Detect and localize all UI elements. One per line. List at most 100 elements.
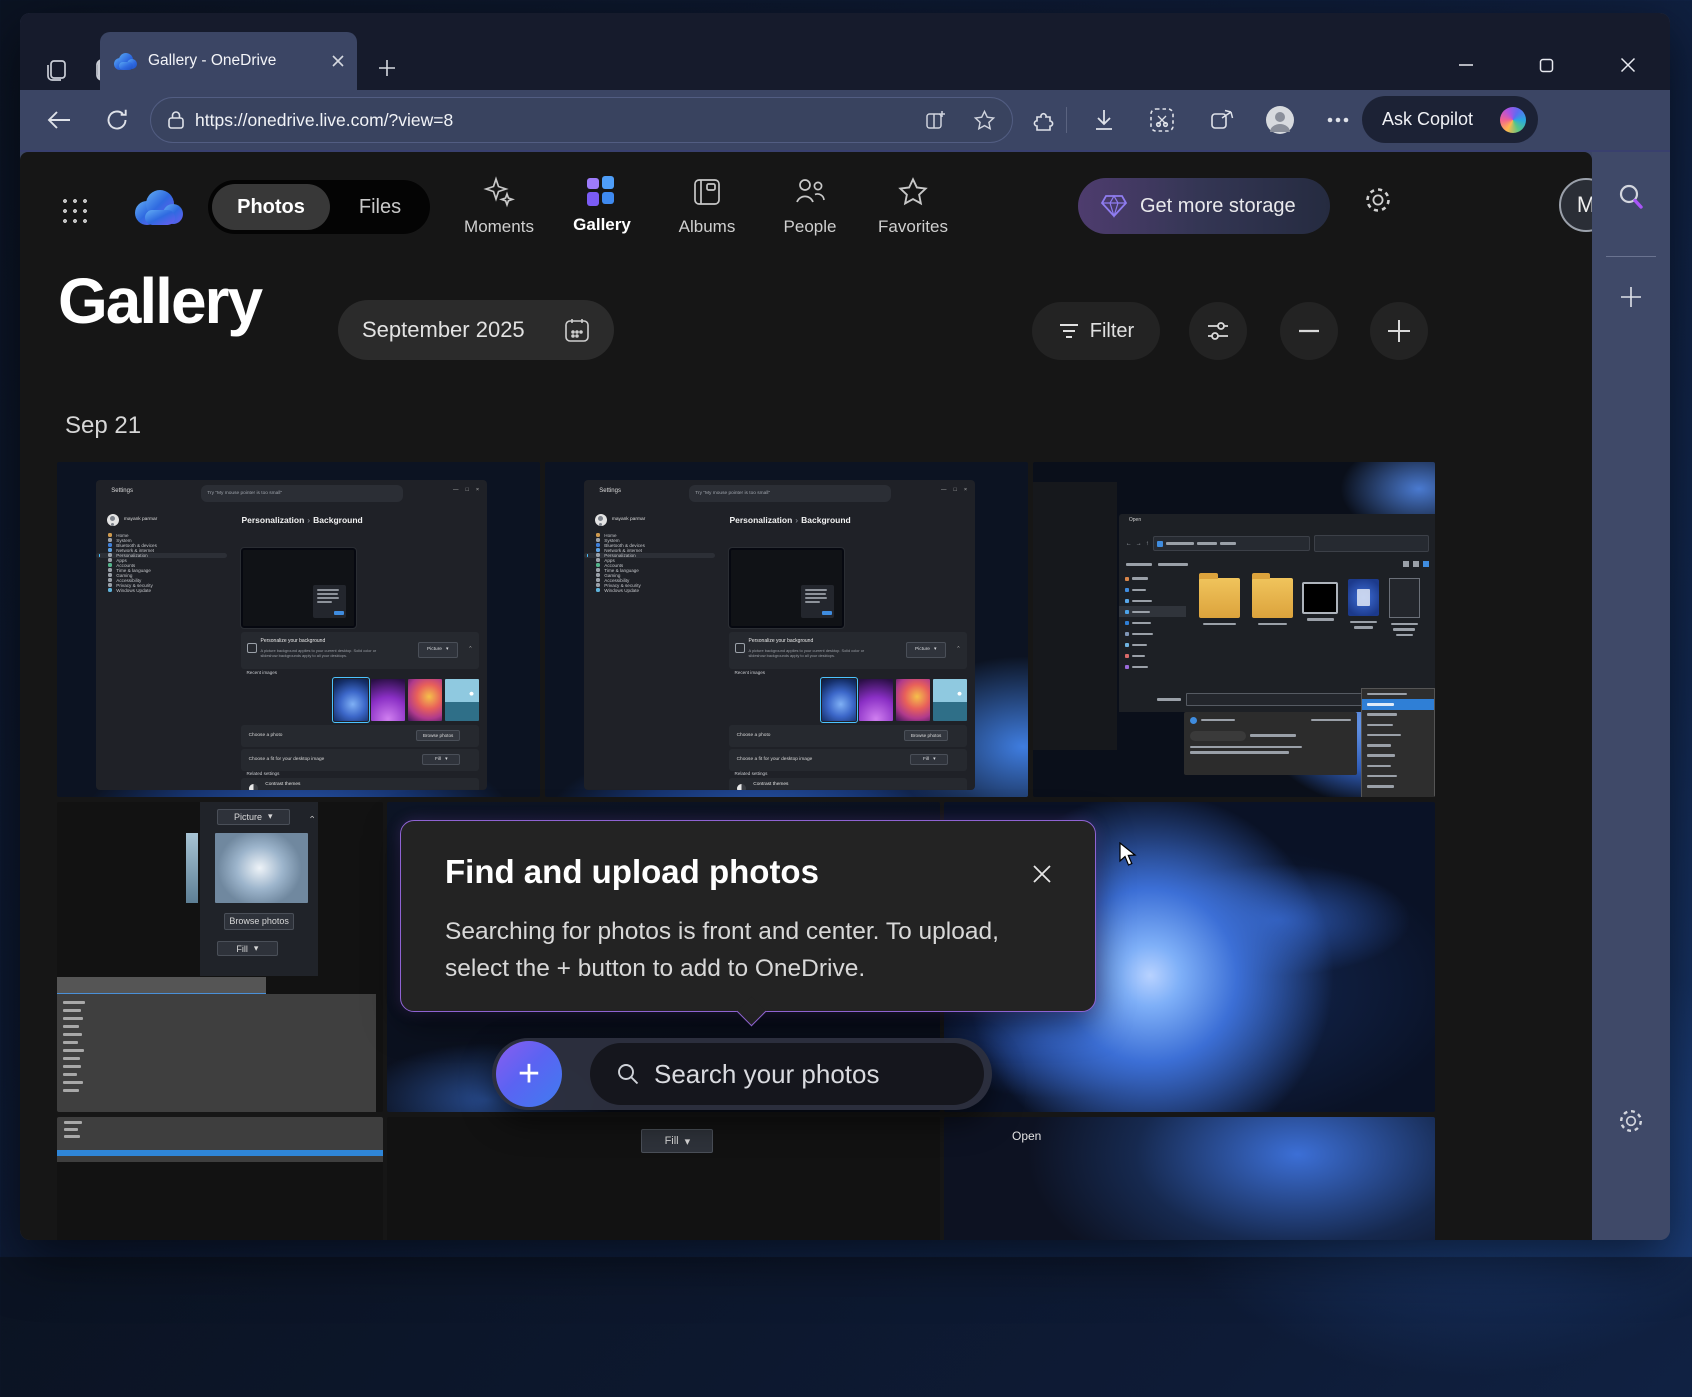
nav-albums-label: Albums xyxy=(679,217,736,237)
folder-icon xyxy=(1199,578,1240,619)
callout-close-icon[interactable] xyxy=(1029,861,1055,887)
onedrive-logo-icon[interactable] xyxy=(130,186,188,228)
onedrive-page: Photos Files Moments Gallery xyxy=(20,152,1592,1240)
mini-settings-search: Try "My mouse pointer is too small" xyxy=(201,485,403,501)
fragment-open-label: Open xyxy=(1012,1129,1041,1143)
search-icon xyxy=(616,1062,640,1086)
window-minimize-button[interactable] xyxy=(1444,49,1488,81)
workspaces-icon[interactable] xyxy=(42,55,72,85)
settings-gear-icon[interactable] xyxy=(1363,185,1393,215)
get-more-storage-label: Get more storage xyxy=(1140,195,1296,218)
star-icon xyxy=(897,176,929,208)
sidebar-settings-gear-icon[interactable] xyxy=(1614,1104,1648,1138)
profile-avatar-icon[interactable] xyxy=(1264,105,1296,135)
photo-settings-screenshot-1[interactable]: Settings Try "My mouse pointer is too sm… xyxy=(57,462,540,797)
sidebar-divider xyxy=(1606,256,1656,257)
window-maximize-button[interactable] xyxy=(1524,49,1568,81)
toggle-photos[interactable]: Photos xyxy=(212,184,330,230)
share-icon[interactable] xyxy=(1206,105,1238,135)
browser-content-area: Photos Files Moments Gallery xyxy=(20,150,1670,1240)
photo-fragment-gray[interactable] xyxy=(57,1117,383,1240)
photo-settings-fragment[interactable]: Picture▾ › Browse photos Fill▾ xyxy=(57,802,383,1112)
tab-close-icon[interactable] xyxy=(331,54,345,68)
callout-body: Searching for photos is front and center… xyxy=(445,913,1045,987)
filter-label: Filter xyxy=(1090,320,1134,343)
url-text[interactable]: https://onedrive.live.com/?view=8 xyxy=(195,110,925,131)
browser-tab[interactable]: Gallery - OneDrive xyxy=(100,32,357,90)
toolbar-divider xyxy=(1066,107,1067,133)
copilot-icon xyxy=(1500,107,1526,133)
account-avatar-initial: M xyxy=(1577,192,1592,218)
sidebar-add-icon[interactable] xyxy=(1614,280,1648,314)
nav-moments[interactable]: Moments xyxy=(444,176,554,237)
new-tab-button[interactable] xyxy=(372,53,402,83)
zoom-in-button[interactable] xyxy=(1370,302,1428,360)
photo-search-bar: + Search your photos xyxy=(492,1038,992,1110)
more-menu-icon[interactable] xyxy=(1322,105,1354,135)
mini-explorer-window: Open ←→↑ xyxy=(1119,514,1435,712)
image-file-icon xyxy=(1348,579,1379,616)
window-close-button[interactable] xyxy=(1606,49,1650,81)
date-section-label: Sep 21 xyxy=(65,412,141,440)
gallery-grid-icon xyxy=(587,176,617,206)
search-placeholder: Search your photos xyxy=(654,1059,879,1090)
nav-albums[interactable]: Albums xyxy=(652,176,762,237)
ask-copilot-button[interactable]: Ask Copilot xyxy=(1362,96,1538,143)
tab-title: Gallery - OneDrive xyxy=(148,52,331,70)
add-photos-button[interactable]: + xyxy=(496,1041,562,1107)
mini-settings-window: Settings Try "My mouse pointer is too sm… xyxy=(96,480,487,790)
filter-button[interactable]: Filter xyxy=(1032,302,1160,360)
diamond-icon xyxy=(1100,193,1128,219)
mini-settings-window: Settings Try "My mouse pointer is too sm… xyxy=(584,480,975,790)
page-title: Gallery xyxy=(58,264,261,338)
mini-dropdown-list xyxy=(1361,688,1435,797)
sparkle-icon xyxy=(483,176,515,208)
calendar-icon xyxy=(564,317,590,343)
refresh-icon[interactable] xyxy=(100,104,134,136)
ask-copilot-label: Ask Copilot xyxy=(1382,109,1500,130)
favorite-star-icon[interactable] xyxy=(973,109,996,132)
browser-window: Gallery - OneDrive xyxy=(20,13,1670,1240)
downloads-icon[interactable] xyxy=(1088,105,1120,135)
month-picker-button[interactable]: September 2025 xyxy=(338,300,614,360)
nav-people-label: People xyxy=(784,217,837,237)
mini-notification-card xyxy=(1184,712,1357,776)
album-icon xyxy=(691,176,723,208)
screenshot-icon[interactable] xyxy=(1146,105,1178,135)
nav-favorites-label: Favorites xyxy=(878,217,948,237)
extensions-icon[interactable] xyxy=(1028,105,1060,135)
back-icon[interactable] xyxy=(42,104,76,136)
browser-titlebar: Gallery - OneDrive xyxy=(20,13,1670,90)
view-options-button[interactable] xyxy=(1189,302,1247,360)
photo-explorer-screenshot[interactable]: Open ←→↑ xyxy=(1033,462,1435,797)
nav-gallery-label: Gallery xyxy=(573,215,631,235)
mouse-cursor xyxy=(1118,842,1138,868)
filter-icon xyxy=(1058,322,1080,340)
zoom-out-button[interactable] xyxy=(1280,302,1338,360)
video-file-icon xyxy=(1302,582,1338,614)
mini-settings-nav-item: Windows Update xyxy=(584,588,725,593)
split-screen-icon[interactable] xyxy=(925,109,947,131)
app-launcher-icon[interactable] xyxy=(62,198,88,224)
browser-toolbar: https://onedrive.live.com/?view=8 xyxy=(20,90,1670,150)
folder-icon xyxy=(1252,578,1293,619)
nav-favorites[interactable]: Favorites xyxy=(858,176,968,237)
lock-icon xyxy=(167,110,185,130)
mini-settings-nav-item: Windows Update xyxy=(96,588,237,593)
callout-title: Find and upload photos xyxy=(445,853,819,891)
get-more-storage-button[interactable]: Get more storage xyxy=(1078,178,1330,234)
nav-people[interactable]: People xyxy=(755,176,865,237)
mini-settings-search: Try "My mouse pointer is too small" xyxy=(689,485,891,501)
search-input[interactable]: Search your photos xyxy=(590,1043,984,1105)
edge-sidebar xyxy=(1592,152,1670,1240)
document-file-icon xyxy=(1389,578,1420,619)
toggle-files[interactable]: Files xyxy=(330,196,430,219)
address-bar[interactable]: https://onedrive.live.com/?view=8 xyxy=(150,97,1013,143)
photo-settings-screenshot-2[interactable]: Settings Try "My mouse pointer is too sm… xyxy=(545,462,1028,797)
account-avatar[interactable]: M xyxy=(1559,178,1592,232)
photo-fragment-fill[interactable]: Fill▾ xyxy=(387,1117,940,1240)
photo-fragment-open[interactable]: Open xyxy=(944,1117,1435,1240)
sidebar-search-icon[interactable] xyxy=(1614,180,1648,214)
teaching-callout: Find and upload photos Searching for pho… xyxy=(400,820,1096,1012)
nav-gallery[interactable]: Gallery xyxy=(547,176,657,235)
